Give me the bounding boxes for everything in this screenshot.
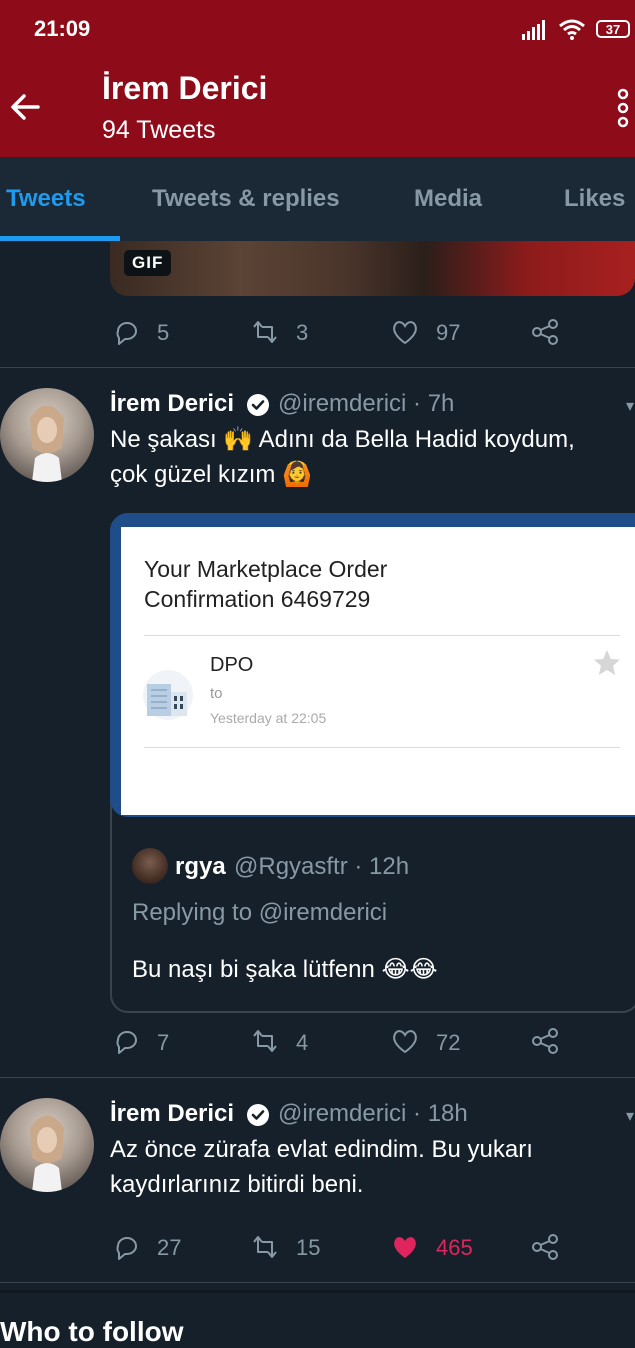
like-icon[interactable]: [390, 317, 420, 347]
section-gap: [0, 1290, 635, 1293]
wifi-icon: [559, 19, 585, 40]
who-to-follow-heading: Who to follow: [0, 1316, 184, 1347]
retweet-count: 3: [296, 320, 309, 345]
verified-badge-icon: [247, 1104, 269, 1126]
tweet-author-name: İrem Derici: [110, 1100, 235, 1127]
email-recipient: to: [210, 685, 223, 702]
reply-icon[interactable]: [112, 1232, 142, 1262]
tab-likes[interactable]: Likes: [564, 185, 625, 213]
back-arrow-icon[interactable]: [8, 90, 42, 124]
battery-icon: 37: [596, 20, 630, 38]
signal-icon: [522, 20, 545, 40]
email-subject: Your Marketplace Order Confirmation 6469…: [144, 554, 387, 614]
tweet-text-line: çok güzel kızım 🙆: [110, 461, 312, 488]
retweet-count: 15: [296, 1235, 321, 1260]
reply-count: 27: [157, 1235, 182, 1260]
liked-heart-icon[interactable]: [390, 1232, 420, 1262]
profile-name: İrem Derici: [102, 70, 268, 106]
tweet-text: Az önce zürafa evlat edindim. Bu yukarı …: [110, 1132, 620, 1202]
section-divider: [0, 1282, 635, 1283]
tab-tweets[interactable]: Tweets: [6, 185, 86, 213]
profile-header: [0, 60, 635, 157]
tweet-author-name: İrem Derici: [110, 390, 235, 417]
tweet-text-line: kaydırlarınız bitirdi beni.: [110, 1171, 364, 1198]
more-options-icon[interactable]: [612, 88, 634, 128]
email-subject-line: Your Marketplace Order: [144, 556, 388, 582]
like-count: 72: [436, 1030, 461, 1055]
retweet-count: 4: [296, 1030, 309, 1055]
like-count: 465: [436, 1235, 473, 1260]
email-sender: DPO: [210, 654, 254, 676]
quote-avatar: [132, 848, 168, 884]
tweet-handle: @iremderici · 7h: [278, 390, 455, 417]
reply-count: 7: [157, 1030, 170, 1055]
email-divider: [144, 635, 620, 636]
gif-media[interactable]: [110, 241, 635, 296]
retweet-icon[interactable]: [250, 1026, 280, 1056]
tweet-menu-icon[interactable]: ▾: [626, 1106, 634, 1126]
verified-badge-icon: [247, 394, 269, 416]
tweet-text-line: Ne şakası 🙌 Adını da Bella Hadid koydum,: [110, 426, 575, 453]
quote-replying-to: Replying to @iremderici: [132, 899, 388, 926]
tweet-divider: [0, 1077, 635, 1078]
retweet-icon[interactable]: [250, 1232, 280, 1262]
like-icon[interactable]: [390, 1026, 420, 1056]
tweet-handle: @iremderici · 18h: [278, 1100, 468, 1127]
tweet-menu-icon[interactable]: ▾: [626, 396, 634, 416]
email-date: Yesterday at 22:05: [210, 710, 327, 726]
quote-handle: @Rgyasftr · 12h: [234, 853, 410, 880]
avatar[interactable]: [0, 388, 94, 482]
like-count: 97: [436, 320, 461, 345]
email-subject-line: Confirmation 6469729: [144, 586, 371, 612]
share-icon[interactable]: [530, 1026, 560, 1056]
reply-icon[interactable]: [112, 1026, 142, 1056]
tab-tweets-replies[interactable]: Tweets & replies: [152, 185, 340, 213]
email-divider: [144, 747, 620, 748]
tweet-text-line: Az önce zürafa evlat edindim. Bu yukarı: [110, 1136, 533, 1163]
tweet-count: 94 Tweets: [102, 116, 216, 144]
active-tab-indicator: [0, 236, 120, 241]
star-icon: [594, 650, 620, 675]
tweet-divider: [0, 367, 635, 368]
quote-author-name: rgya: [175, 853, 226, 880]
reply-count: 5: [157, 320, 170, 345]
tab-media[interactable]: Media: [414, 185, 482, 213]
sender-building-icon: [143, 670, 193, 720]
avatar[interactable]: [0, 1098, 94, 1192]
retweet-icon[interactable]: [250, 317, 280, 347]
reply-icon[interactable]: [112, 317, 142, 347]
status-time: 21:09: [34, 16, 91, 41]
tweet-text: Ne şakası 🙌 Adını da Bella Hadid koydum,…: [110, 422, 620, 492]
gif-badge: GIF: [124, 250, 172, 276]
quote-text: Bu naşı bi şaka lütfenn 😂😂: [132, 956, 438, 983]
share-icon[interactable]: [530, 317, 560, 347]
share-icon[interactable]: [530, 1232, 560, 1262]
